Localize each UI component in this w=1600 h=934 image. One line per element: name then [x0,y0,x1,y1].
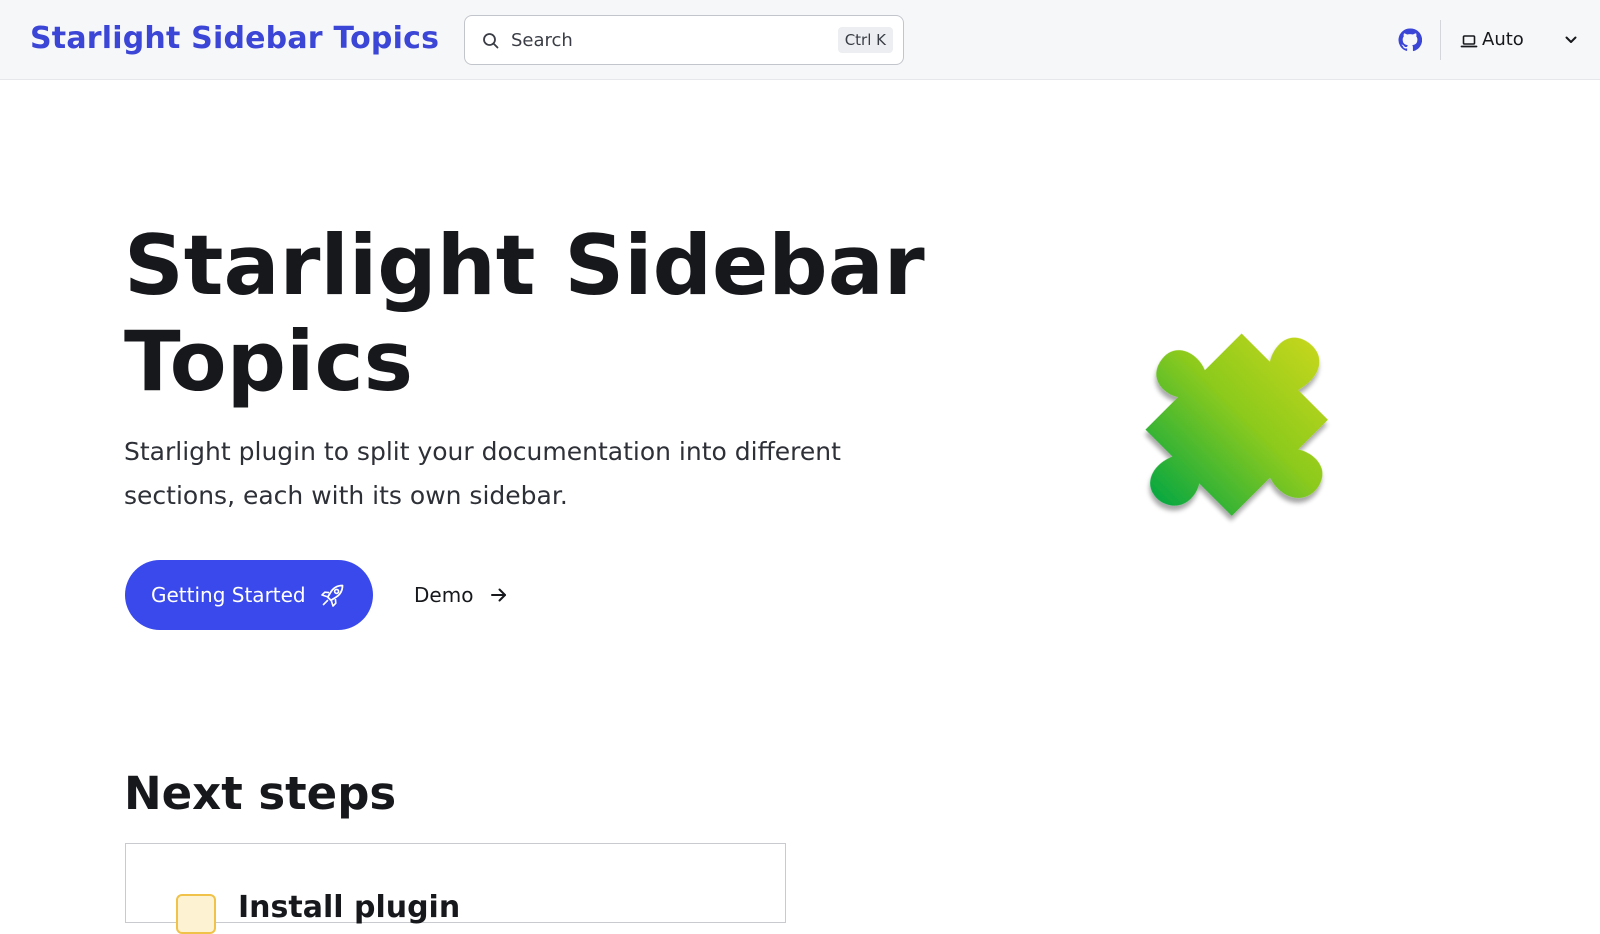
theme-select-value: Auto [1482,28,1524,50]
laptop-icon [1460,32,1478,50]
header-divider [1440,20,1441,60]
site-header: Starlight Sidebar Topics Search Ctrl K A… [0,0,1600,80]
demo-button[interactable]: Demo [414,580,509,610]
getting-started-label: Getting Started [151,583,306,607]
site-title-link[interactable]: Starlight Sidebar Topics [30,21,439,56]
rocket-icon [318,580,348,610]
next-steps-card: Install plugin [125,843,786,934]
card-title: Install plugin [238,890,461,925]
search-button[interactable]: Search Ctrl K [464,15,904,65]
puzzle-piece-icon [1098,286,1374,562]
demo-label: Demo [414,583,474,607]
search-icon [481,31,501,51]
search-shortcut: Ctrl K [837,27,893,53]
chevron-down-icon [1562,31,1580,49]
github-icon [1398,28,1422,52]
github-link[interactable] [1396,26,1424,54]
search-placeholder: Search [511,29,573,51]
theme-select[interactable]: Auto [1460,22,1580,56]
arrow-right-icon [489,585,509,605]
setting-icon [176,894,216,934]
next-steps-heading: Next steps [124,767,397,820]
hero-title: Starlight Sidebar Topics [124,217,925,410]
hero-tagline: Starlight plugin to split your documenta… [124,437,841,510]
getting-started-button[interactable]: Getting Started [125,560,373,630]
